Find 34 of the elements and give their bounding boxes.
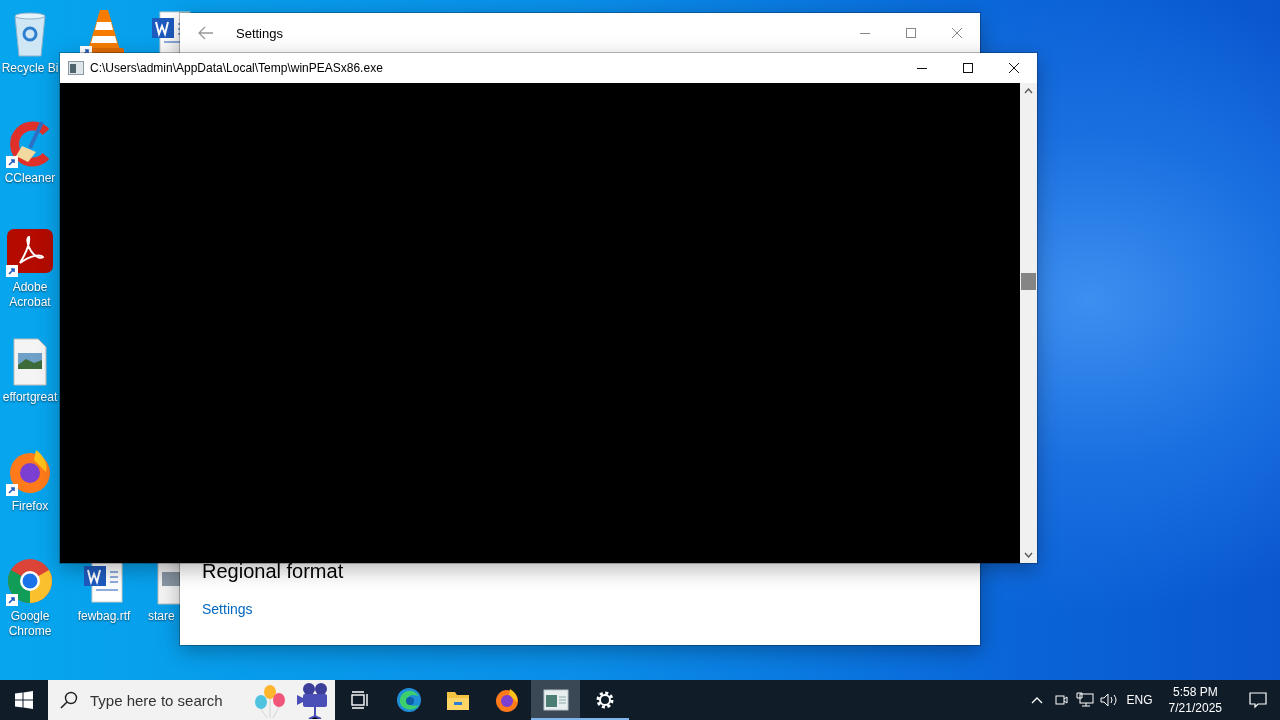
scroll-thumb[interactable]: [1021, 273, 1036, 290]
section-heading: Regional format: [202, 560, 345, 583]
search-bar[interactable]: Type here to search: [48, 680, 335, 720]
back-arrow-icon[interactable]: [198, 26, 214, 40]
desktop-icon-label[interactable]: stare: [148, 609, 175, 624]
browser-icon: [395, 687, 422, 713]
task-view-icon: [349, 691, 370, 709]
desktop-icon-label[interactable]: Recycle Bi: [1, 61, 59, 76]
close-icon: [1008, 62, 1020, 74]
console-window-icon: [542, 689, 569, 711]
settings-link[interactable]: Settings: [202, 601, 253, 617]
balloons-icon: [253, 682, 287, 718]
desktop-icon-label[interactable]: Firefox: [11, 499, 49, 515]
console-window-icon: [68, 61, 84, 75]
window-title: Settings: [236, 25, 283, 41]
desktop-icon-label[interactable]: Google Chrome: [0, 608, 60, 639]
desktop-icon-label[interactable]: effortgreat: [2, 389, 58, 405]
desktop-icon-label[interactable]: fewbag.rtf: [77, 609, 131, 624]
window-title: C:\Users\admin\AppData\Local\Temp\winPEASx86.exe: [90, 61, 383, 75]
desktop-icon-label[interactable]: CCleaner: [4, 170, 56, 186]
desktop-icon-label[interactable]: Adobe Acrobat: [0, 280, 60, 311]
windows-logo-icon: [15, 691, 33, 709]
search-icon: [60, 691, 78, 709]
browser-icon: [493, 687, 520, 713]
search-field[interactable]: Type here to search: [88, 690, 243, 710]
maximize-icon: [905, 27, 917, 39]
clock[interactable]: 5:58 PM 7/21/2025: [1162, 680, 1228, 720]
taskbar-app-button[interactable]: [531, 680, 580, 720]
language-indicator[interactable]: ENG: [1126, 693, 1153, 707]
close-icon: [951, 27, 963, 39]
scrollbar[interactable]: [1020, 83, 1037, 563]
folder-icon: [445, 689, 470, 711]
maximize-icon: [962, 62, 974, 74]
notification-icon: [1249, 691, 1267, 709]
